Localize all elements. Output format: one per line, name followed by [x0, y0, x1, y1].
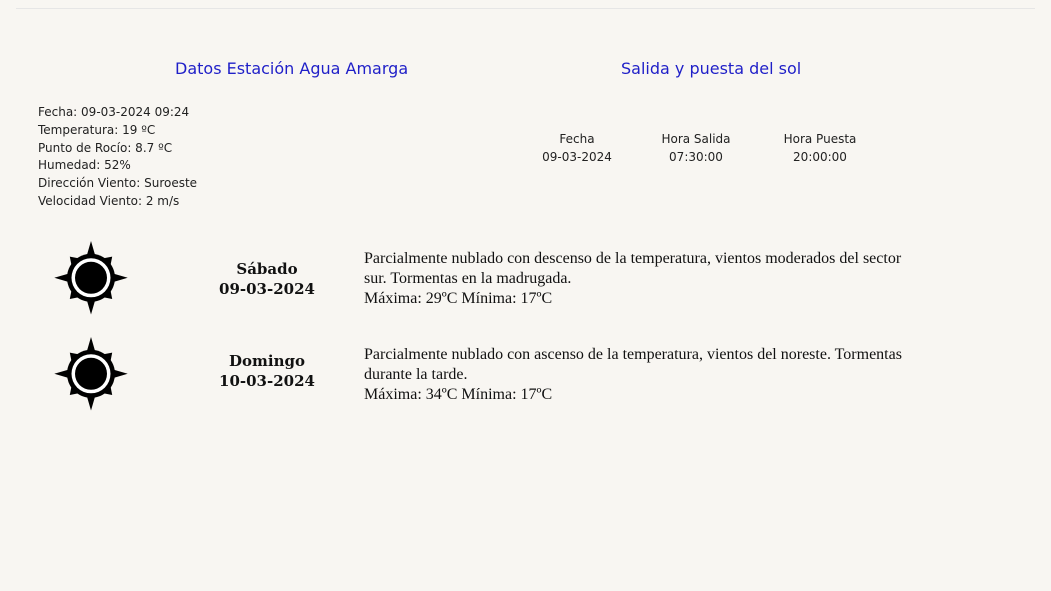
- forecast-day-name: Sábado: [236, 260, 298, 278]
- sun-value-sunrise: 07:30:00: [669, 150, 723, 164]
- forecast-day-name: Domingo: [229, 352, 305, 370]
- sun-header-date: Fecha: [559, 132, 595, 146]
- sun-header-sunrise: Hora Salida: [661, 132, 731, 146]
- forecast-description: Parcialmente nublado con ascenso de la t…: [364, 345, 924, 405]
- station-date: Fecha: 09-03-2024 09:24: [38, 105, 190, 119]
- sun-icon: [54, 241, 128, 315]
- station-wind-direction: Dirección Viento: Suroeste: [38, 176, 198, 191]
- sun-col-sunset: Hora Puesta 20:00:00: [765, 130, 875, 166]
- top-divider: [16, 8, 1035, 9]
- sun-value-date: 09-03-2024: [542, 150, 612, 164]
- forecast-description-text: Parcialmente nublado con ascenso de la t…: [364, 346, 902, 383]
- sun-value-sunset: 20:00:00: [793, 150, 847, 164]
- forecast-temperatures: Máxima: 34ºC Mínima: 17ºC: [364, 386, 553, 403]
- station-data: Fecha: 09-03-2024 09:24 Temperatura: 19 …: [38, 104, 197, 211]
- forecast-date: 09-03-2024: [219, 280, 315, 298]
- sun-header-sunset: Hora Puesta: [783, 132, 857, 146]
- forecast-row: Domingo 10-03-2024 Parcialmente nublado …: [0, 329, 1051, 419]
- station-title: Datos Estación Agua Amarga: [175, 59, 409, 78]
- forecast-date: 10-03-2024: [219, 372, 315, 390]
- sun-title: Salida y puesta del sol: [621, 59, 802, 78]
- forecast-description-text: Parcialmente nublado con descenso de la …: [364, 250, 902, 287]
- forecast-description: Parcialmente nublado con descenso de la …: [364, 249, 924, 309]
- station-wind-speed: Velocidad Viento: 2 m/s: [38, 193, 180, 208]
- sun-col-date: Fecha 09-03-2024: [522, 130, 632, 166]
- forecast-row: Sábado 09-03-2024 Parcialmente nublado c…: [0, 233, 1051, 323]
- station-temperature: Temperatura: 19 ºC: [38, 122, 156, 137]
- sun-col-sunrise: Hora Salida 07:30:00: [641, 130, 751, 166]
- forecast-day: Domingo 10-03-2024: [212, 351, 322, 391]
- forecast-day: Sábado 09-03-2024: [212, 259, 322, 299]
- station-dew-point: Punto de Rocío: 8.7 ºC: [38, 140, 173, 155]
- sun-icon: [54, 337, 128, 411]
- forecast-temperatures: Máxima: 29ºC Mínima: 17ºC: [364, 290, 553, 307]
- station-humidity: Humedad: 52%: [38, 158, 131, 173]
